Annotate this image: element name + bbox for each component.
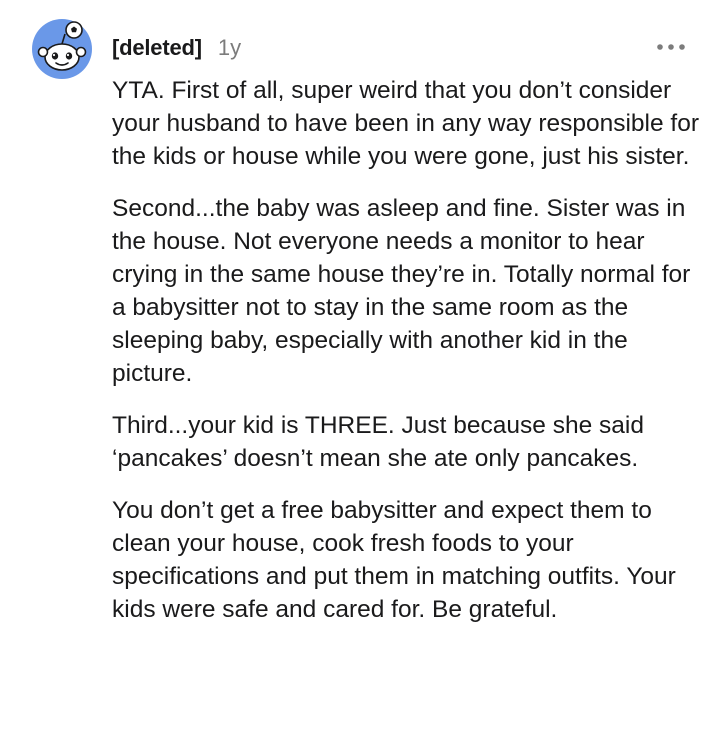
username[interactable]: [deleted] (112, 35, 202, 61)
comment-paragraph: You don’t get a free babysitter and expe… (112, 497, 676, 623)
comment-age: 1y (217, 35, 242, 60)
more-options-button[interactable] (654, 36, 688, 58)
comment: [deleted] 1y YTA. First of all, super we… (0, 0, 720, 754)
comment-paragraph: Third...your kid is THREE. Just because … (112, 412, 644, 472)
comment-header: [deleted] 1y (112, 33, 241, 63)
comment-paragraph: YTA. First of all, super weird that you … (112, 77, 700, 170)
comment-paragraph: Second...the baby was asleep and fine. S… (112, 195, 691, 387)
snoo-avatar-icon (32, 19, 92, 79)
avatar[interactable] (32, 19, 92, 79)
comment-body: YTA. First of all, super weird that you … (112, 74, 702, 645)
more-options-icon (657, 44, 685, 50)
